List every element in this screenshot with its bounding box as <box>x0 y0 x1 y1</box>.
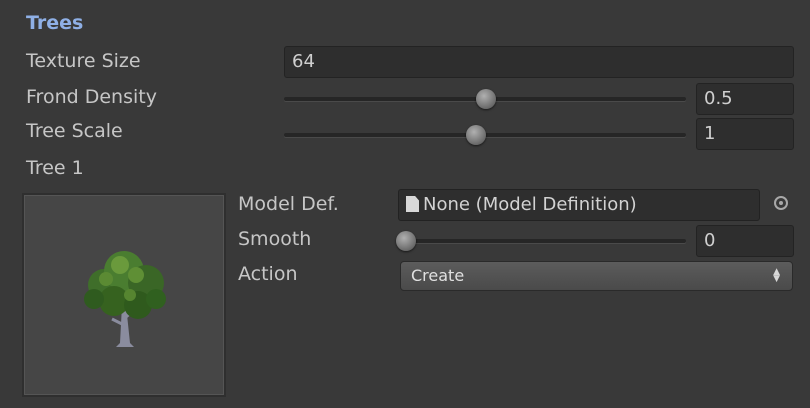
action-dropdown[interactable]: Create ▲ ▼ <box>400 261 793 291</box>
tree-preview <box>22 193 226 397</box>
smooth-slider-thumb[interactable] <box>396 231 416 251</box>
document-icon <box>406 196 419 212</box>
action-selected: Create <box>411 266 465 285</box>
smooth-label: Smooth <box>238 228 312 250</box>
tree-scale-slider-thumb[interactable] <box>466 125 486 145</box>
object-picker-icon[interactable] <box>774 196 788 210</box>
tree-scale-label: Tree Scale <box>26 120 123 142</box>
model-def-label: Model Def. <box>238 193 339 215</box>
action-label: Action <box>238 263 298 285</box>
smooth-slider[interactable] <box>398 239 686 243</box>
section-title: Trees <box>26 12 84 34</box>
texture-size-field[interactable]: 64 <box>284 46 794 78</box>
texture-size-label: Texture Size <box>26 50 141 72</box>
smooth-field[interactable]: 0 <box>696 225 794 257</box>
trees-inspector-panel: Trees Texture Size 64 Frond Density 0.5 … <box>0 0 810 408</box>
dropdown-arrows-icon: ▲ ▼ <box>773 267 780 284</box>
frond-density-slider-thumb[interactable] <box>476 89 496 109</box>
tree1-label: Tree 1 <box>26 157 84 179</box>
model-def-value: None (Model Definition) <box>423 194 637 215</box>
model-def-field[interactable]: None (Model Definition) <box>398 189 760 221</box>
frond-density-field[interactable]: 0.5 <box>696 83 794 115</box>
tree-scale-field[interactable]: 1 <box>696 118 794 150</box>
frond-density-label: Frond Density <box>26 86 157 108</box>
tree-icon <box>84 251 166 347</box>
